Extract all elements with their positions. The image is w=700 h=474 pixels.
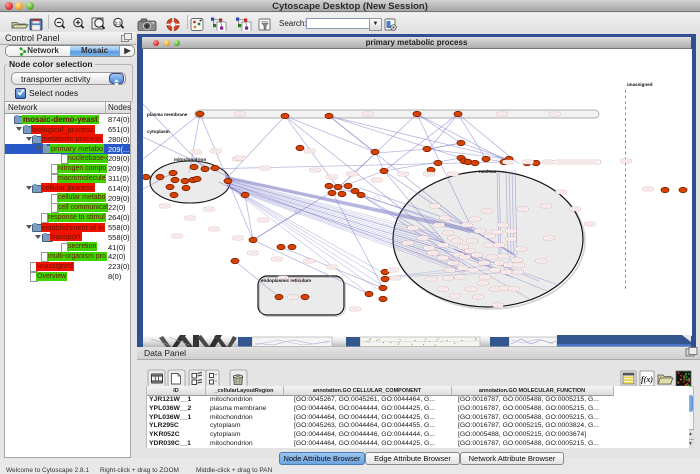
svg-text:cytoplasm: cytoplasm — [147, 129, 170, 134]
svg-text:mitochondrion: mitochondrion — [174, 157, 206, 162]
svg-text:unassigned: unassigned — [627, 82, 653, 87]
svg-text:1:1: 1:1 — [115, 21, 122, 26]
svg-text:f(x): f(x) — [641, 375, 653, 384]
svg-text:nucleus: nucleus — [479, 169, 497, 174]
svg-text:endoplasmic reticulum: endoplasmic reticulum — [261, 278, 311, 283]
svg-text:plasma membrane: plasma membrane — [147, 112, 188, 117]
